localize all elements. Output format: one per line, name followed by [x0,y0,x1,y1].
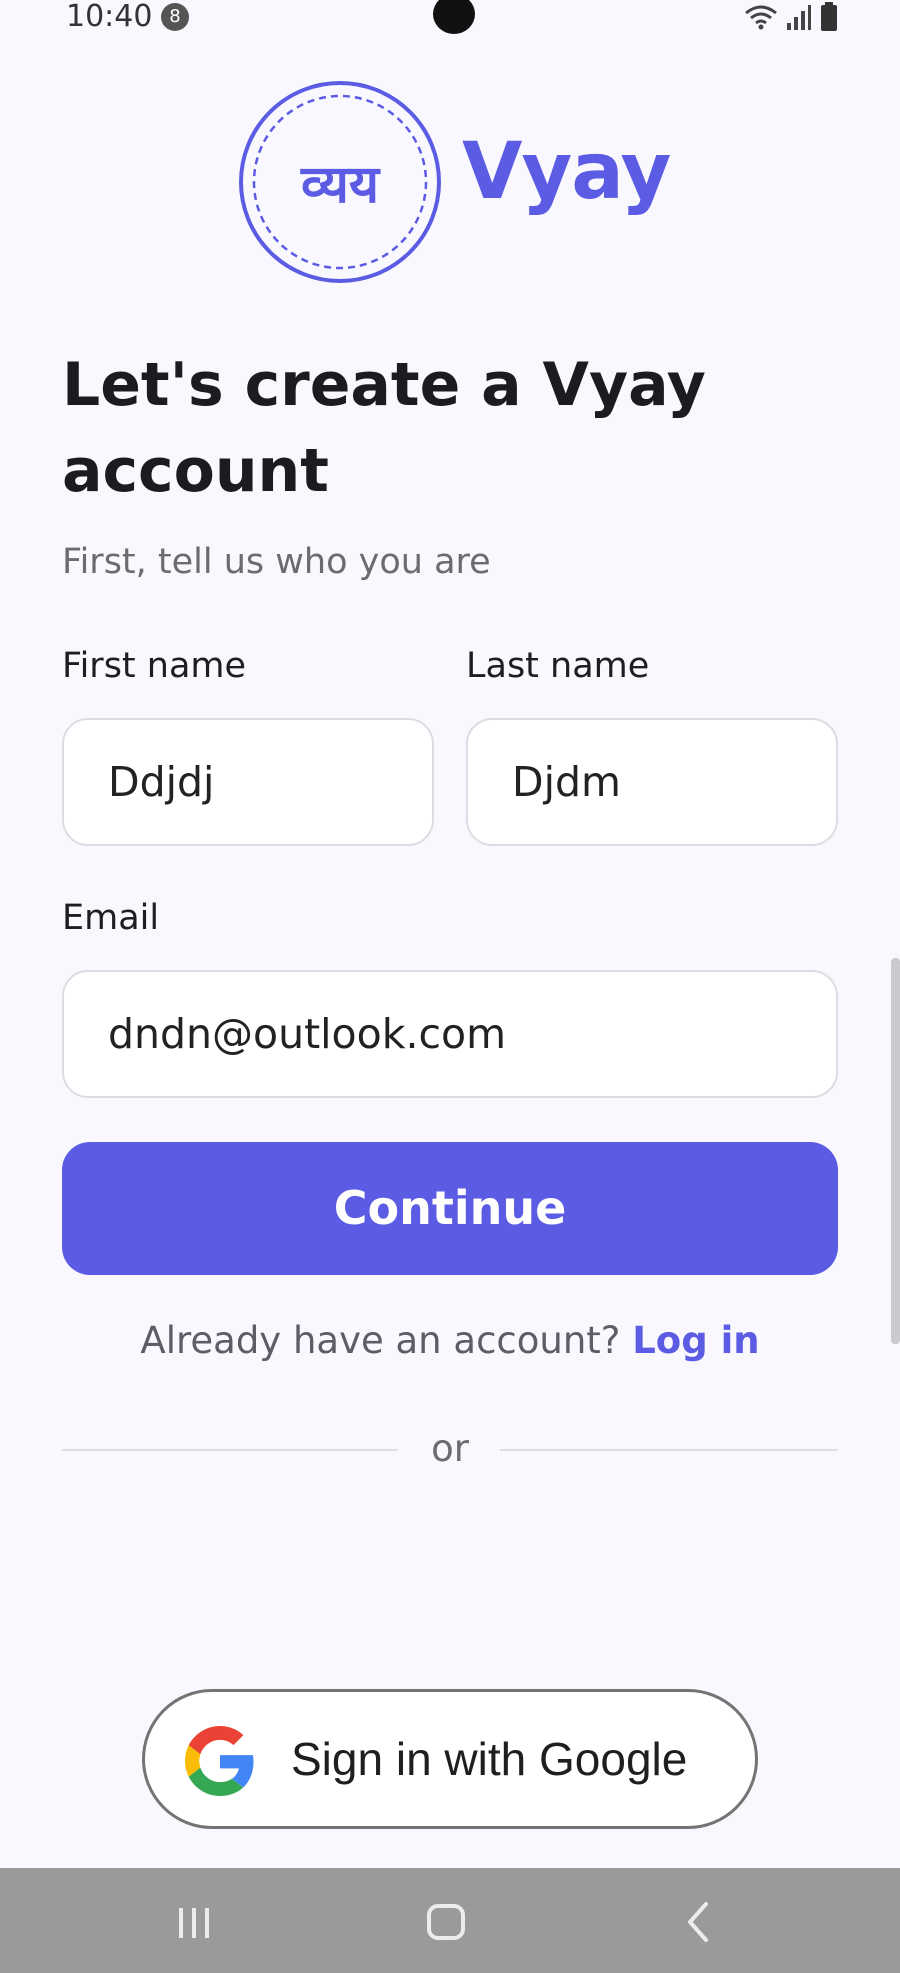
login-link[interactable]: Log in [632,1319,759,1362]
google-logo-icon [185,1726,254,1796]
first-name-label: First name [62,646,247,686]
last-name-label: Last name [466,646,650,686]
recent-apps-icon[interactable] [164,1892,224,1952]
email-label: Email [62,898,160,938]
divider-left [62,1449,398,1451]
status-bar: 10:40 8 [0,0,900,36]
scrollbar[interactable] [891,958,900,1344]
wifi-icon [745,5,777,30]
email-field[interactable]: dndn@outlook.com [62,970,838,1098]
page-title: Let's create a Vyay account [62,350,706,506]
logo-text: व्यय [300,155,381,215]
system-nav-bar [0,1868,900,1973]
camera-cutout [433,0,475,34]
divider-or-text: or [431,1427,469,1470]
login-prompt-row: Already have an account? Log in [0,1316,900,1366]
status-icons [744,2,838,32]
page-subtitle: First, tell us who you are [62,542,491,582]
google-sign-in-label: Sign in with Google [291,1733,688,1785]
login-prompt: Already have an account? [140,1319,621,1362]
battery-icon [821,2,837,31]
last-name-field[interactable]: Djdm [466,718,838,846]
brand-name: Vyay [462,127,671,217]
google-sign-in-button[interactable]: Sign in with Google [142,1689,758,1829]
first-name-field[interactable]: Ddjdj [62,718,434,846]
signal-icon [787,5,811,30]
home-icon[interactable] [416,1892,476,1952]
divider-right [500,1449,838,1451]
notification-badge: 8 [161,3,189,31]
status-time: 10:40 [66,0,153,34]
continue-button[interactable]: Continue [62,1142,838,1275]
vyay-logo-icon: व्यय [239,81,441,283]
back-icon[interactable] [668,1892,728,1952]
